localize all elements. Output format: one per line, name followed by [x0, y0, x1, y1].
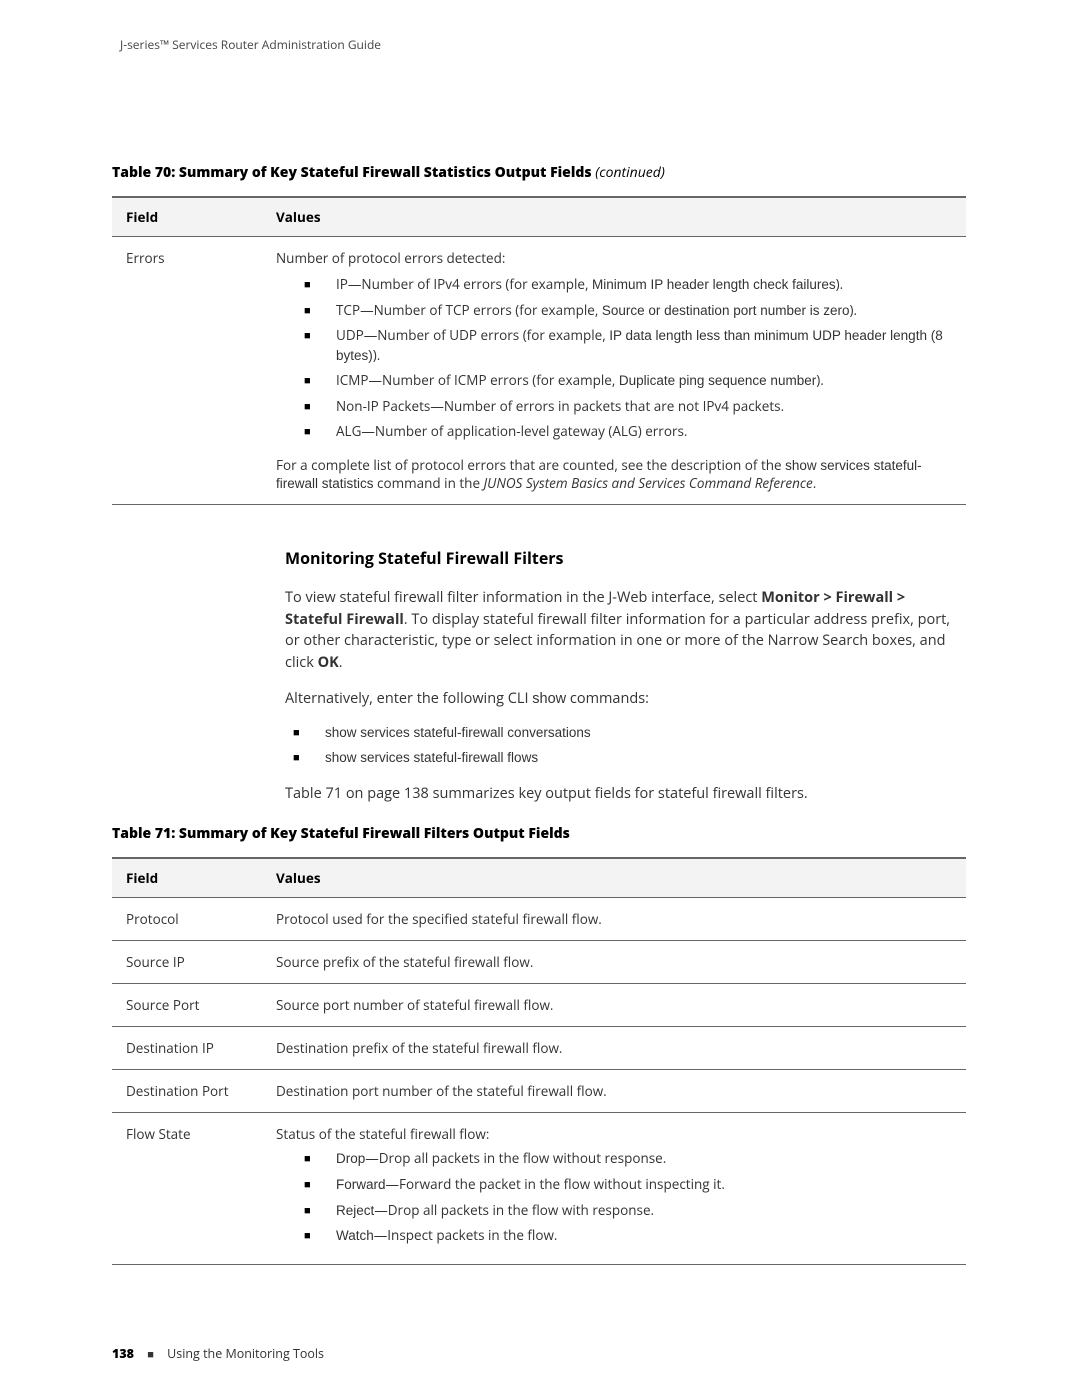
table71-row-destport: Destination Port Destination port number… [112, 1070, 966, 1113]
bullet-ip: IP—Number of IPv4 errors (for example, M… [304, 275, 952, 295]
table71-row-destip: Destination IP Destination prefix of the… [112, 1027, 966, 1070]
table70-block: Table 70: Summary of Key Stateful Firewa… [112, 163, 966, 505]
bullet-tcp: TCP—Number of TCP errors (for example, S… [304, 301, 952, 321]
section-p2: Alternatively, enter the following CLI s… [285, 688, 966, 711]
bullet-alg: ALG—Number of application-level gateway … [304, 422, 952, 442]
flow-watch: Watch—Inspect packets in the flow. [304, 1226, 952, 1246]
table71-row-protocol: Protocol Protocol used for the specified… [112, 898, 966, 941]
table70-title-main: Table 70: Summary of Key Stateful Firewa… [112, 163, 592, 182]
table71-row-sourceport: Source Port Source port number of statef… [112, 984, 966, 1027]
table70-head-values: Values [262, 197, 966, 237]
table71-title: Table 71: Summary of Key Stateful Firewa… [112, 824, 966, 843]
flow-reject: Reject—Drop all packets in the flow with… [304, 1201, 952, 1221]
flow-drop: Drop—Drop all packets in the flow withou… [304, 1149, 952, 1169]
page-number: 138 [112, 1345, 134, 1362]
page-footer: 138 ■ Using the Monitoring Tools [112, 1345, 1080, 1362]
flow-forward: Forward—Forward the packet in the flow w… [304, 1175, 952, 1195]
bullet-udp: UDP—Number of UDP errors (for example, I… [304, 326, 952, 365]
table71-row-flowstate: Flow State Status of the stateful firewa… [112, 1113, 966, 1264]
table70: Field Values Errors Number of protocol e… [112, 196, 966, 505]
table70-row-values: Number of protocol errors detected: IP—N… [262, 237, 966, 505]
footer-sep: ■ [147, 1347, 154, 1362]
table70-intro: Number of protocol errors detected: [276, 249, 952, 267]
section-p3: Table 71 on page 138 summarizes key outp… [285, 783, 966, 805]
table70-bullets: IP—Number of IPv4 errors (for example, M… [276, 275, 952, 442]
table70-title-continued: (continued) [592, 163, 665, 182]
section-p1: To view stateful firewall filter informa… [285, 587, 966, 674]
table70-note: For a complete list of protocol errors t… [276, 456, 952, 492]
flowstate-intro: Status of the stateful firewall flow: [276, 1125, 952, 1143]
table71: Field Values Protocol Protocol used for … [112, 857, 966, 1264]
cmd-conversations: show services stateful-firewall conversa… [285, 725, 966, 740]
table71-head-field: Field [112, 858, 262, 898]
bullet-nonip: Non-IP Packets—Number of errors in packe… [304, 397, 952, 417]
table71-row-sourceip: Source IP Source prefix of the stateful … [112, 941, 966, 984]
table70-head-field: Field [112, 197, 262, 237]
table70-title: Table 70: Summary of Key Stateful Firewa… [112, 163, 966, 182]
cmd-flows: show services stateful-firewall flows [285, 750, 966, 765]
footer-section: Using the Monitoring Tools [167, 1345, 324, 1362]
section-heading: Monitoring Stateful Firewall Filters [285, 547, 966, 569]
table70-row-field: Errors [112, 237, 262, 505]
section-monitoring: Monitoring Stateful Firewall Filters To … [285, 547, 966, 805]
table70-row-errors: Errors Number of protocol errors detecte… [112, 237, 966, 505]
bullet-icmp: ICMP—Number of ICMP errors (for example,… [304, 371, 952, 391]
flowstate-list: Drop—Drop all packets in the flow withou… [276, 1149, 952, 1245]
table71-block: Table 71: Summary of Key Stateful Firewa… [112, 824, 966, 1264]
page-header: J-series™ Services Router Administration… [120, 36, 1080, 53]
table71-head-values: Values [262, 858, 966, 898]
section-cmd-list: show services stateful-firewall conversa… [285, 725, 966, 765]
